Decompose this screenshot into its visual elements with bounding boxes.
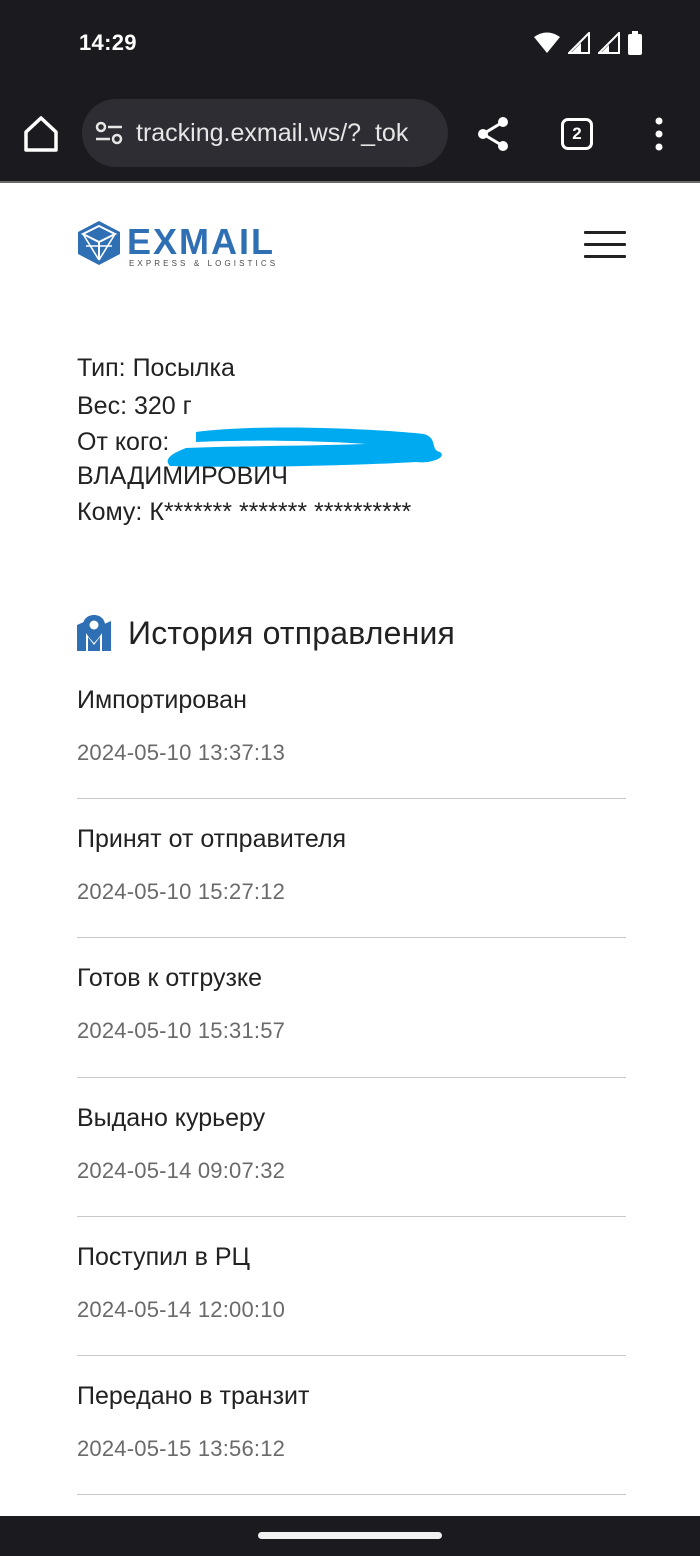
parcel-weight: Вес: 320 г — [77, 392, 192, 420]
event-timestamp: 2024-05-14 09:07:32 — [77, 1157, 286, 1183]
site-settings-icon[interactable] — [95, 121, 123, 145]
browser-toolbar: tracking.exmail.ws/?_tok 2 — [0, 86, 700, 182]
logo-wordmark: EXMAIL — [127, 221, 276, 262]
logo-box-icon — [78, 221, 120, 265]
event-timestamp: 2024-05-14 12:00:10 — [77, 1296, 286, 1322]
event-timestamp: 2024-05-10 15:27:12 — [77, 879, 286, 905]
event-status: Выдано курьеру — [77, 1103, 266, 1132]
history-list: Импортирован 2024-05-10 13:37:13 Принят … — [77, 660, 626, 1496]
parcel-type: Тип: Посылка — [77, 354, 235, 382]
event-status: Передано в транзит — [77, 1381, 310, 1410]
event-status: Принят от отправителя — [77, 825, 347, 854]
event-status: Импортирован — [77, 686, 247, 714]
parcel-recipient: Кому: К******* ******* ********** — [77, 498, 412, 526]
hamburger-menu-icon[interactable] — [584, 231, 626, 259]
history-event: Передано в транзит 2024-05-15 13:56:12 — [77, 1356, 626, 1496]
address-bar[interactable]: tracking.exmail.ws/?_tok — [82, 99, 448, 167]
signal-icon — [598, 32, 620, 54]
event-timestamp: 2024-05-10 13:37:13 — [77, 740, 286, 765]
map-marker-icon — [77, 615, 111, 651]
battery-icon — [628, 31, 642, 55]
status-bar: 14:29 — [0, 0, 700, 86]
system-nav-bar — [0, 1516, 700, 1556]
event-timestamp: 2024-05-10 15:31:57 — [77, 1018, 286, 1044]
signal-icon — [568, 32, 590, 54]
event-status: Поступил в РЦ — [77, 1242, 251, 1271]
share-icon[interactable] — [475, 115, 511, 153]
history-header: История отправления — [77, 610, 455, 656]
event-status: Готов к отгрузке — [77, 964, 263, 993]
history-event: Готов к отгрузке 2024-05-10 15:31:57 — [77, 938, 626, 1078]
history-event: Выдано курьеру 2024-05-14 09:07:32 — [77, 1078, 626, 1217]
url-text[interactable]: tracking.exmail.ws/?_tok — [136, 119, 408, 148]
tab-switcher-button[interactable]: 2 — [561, 118, 593, 150]
status-time: 14:29 — [79, 30, 137, 55]
history-title: История отправления — [128, 614, 456, 651]
more-options-icon[interactable] — [650, 116, 668, 152]
toolbar-divider — [0, 181, 700, 183]
status-icons — [534, 31, 642, 55]
redaction-scribble — [167, 427, 442, 467]
home-icon[interactable] — [22, 114, 60, 154]
history-event: Принят от отправителя 2024-05-10 15:27:1… — [77, 799, 626, 939]
exmail-logo[interactable]: EXMAIL EXPRESS & LOGISTICS — [76, 220, 321, 272]
gesture-handle[interactable] — [258, 1532, 442, 1539]
history-event: Поступил в РЦ 2024-05-14 12:00:10 — [77, 1217, 626, 1356]
history-event: Импортирован 2024-05-10 13:37:13 — [77, 660, 626, 800]
event-timestamp: 2024-05-15 13:56:12 — [77, 1435, 286, 1461]
logo-tagline: EXPRESS & LOGISTICS — [129, 259, 279, 268]
wifi-icon — [534, 32, 560, 53]
